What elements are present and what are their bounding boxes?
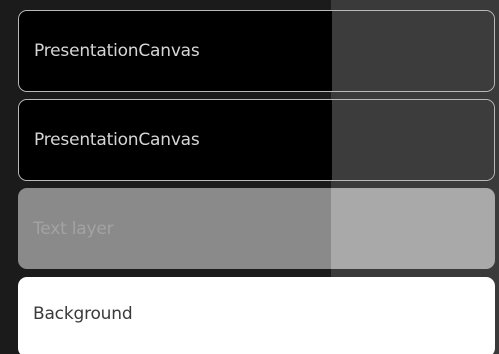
layer-item-background-right — [331, 188, 495, 269]
layers-panel: PresentationCanvas PresentationCanvas Te… — [0, 0, 499, 354]
layer-item-background-right — [332, 100, 494, 180]
layer-item-text-layer[interactable]: Text layer — [18, 188, 495, 269]
layer-item-background-right — [332, 11, 494, 91]
layer-item-presentation-canvas-2[interactable]: PresentationCanvas — [18, 99, 495, 181]
layer-item-label: PresentationCanvas — [34, 130, 200, 150]
layer-item-label: Text layer — [33, 218, 114, 239]
layer-item-presentation-canvas-1[interactable]: PresentationCanvas — [18, 10, 495, 92]
layer-item-background-layer[interactable]: Background — [18, 277, 495, 354]
layer-item-label: Background — [33, 304, 133, 324]
layer-item-label: PresentationCanvas — [34, 41, 200, 61]
